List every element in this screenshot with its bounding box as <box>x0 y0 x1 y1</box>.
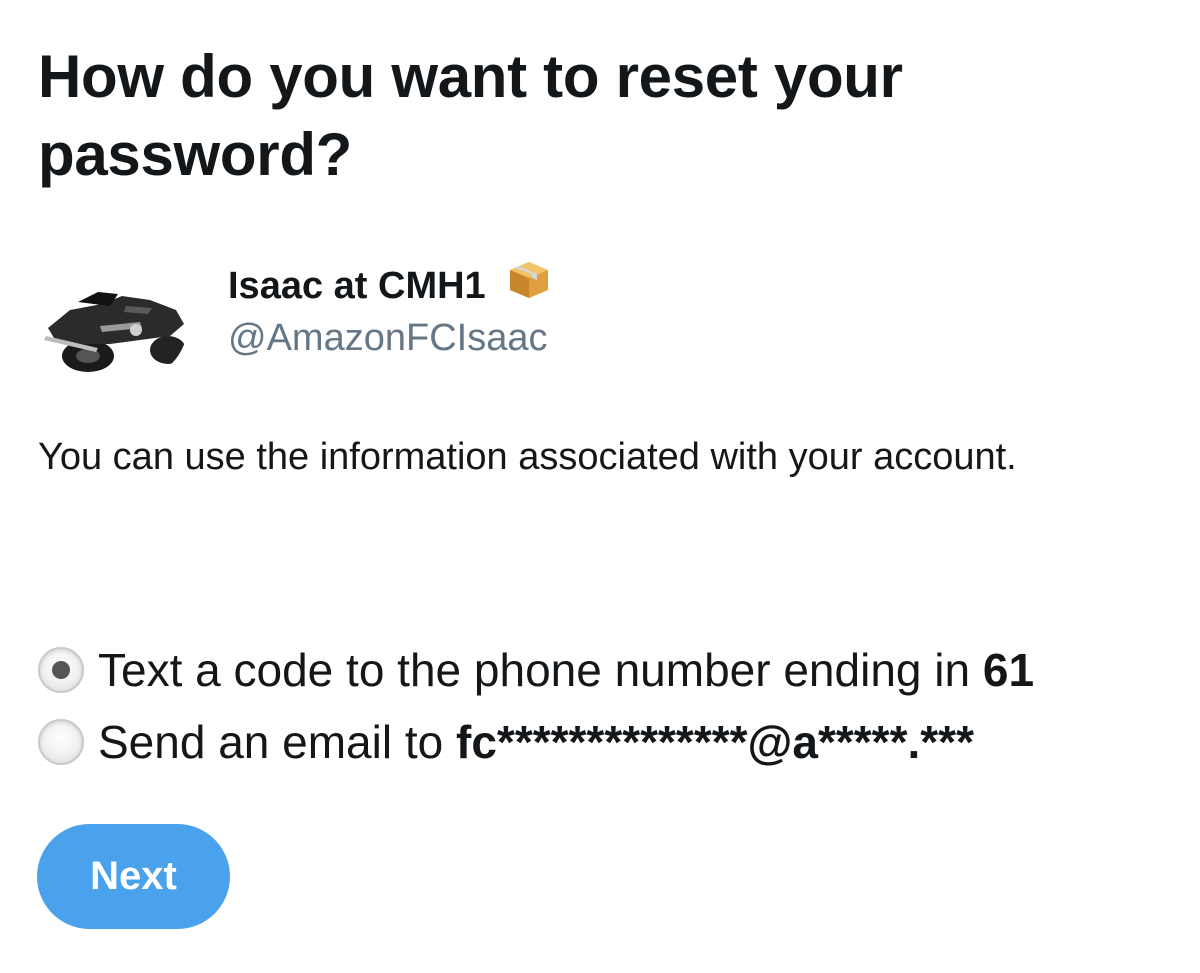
masked-email: fc**************@a*****.*** <box>456 716 974 768</box>
next-button[interactable]: Next <box>37 824 230 929</box>
option-email-prefix: Send an email to <box>98 716 457 768</box>
reset-password-page: How do you want to reset your password? <box>0 0 1200 973</box>
radio-text-code[interactable] <box>38 647 84 693</box>
option-email-label[interactable]: Send an email to fc**************@a*****… <box>98 714 974 770</box>
package-icon <box>506 258 552 312</box>
display-name: Isaac at CMH1 <box>228 261 552 312</box>
display-name-text: Isaac at CMH1 <box>228 265 486 307</box>
option-text-code-label[interactable]: Text a code to the phone number ending i… <box>98 642 1034 698</box>
motorcycle-icon <box>40 266 188 381</box>
info-text: You can use the information associated w… <box>38 436 1017 478</box>
reset-options: Text a code to the phone number ending i… <box>38 634 1168 778</box>
avatar <box>40 266 188 381</box>
account-card: Isaac at CMH1 @AmazonFCIsaac <box>40 260 840 390</box>
option-text-code[interactable]: Text a code to the phone number ending i… <box>38 634 1168 706</box>
account-handle: @AmazonFCIsaac <box>228 317 548 359</box>
radio-email[interactable] <box>38 719 84 765</box>
phone-ending: 61 <box>982 644 1035 696</box>
page-title: How do you want to reset your password? <box>38 43 903 188</box>
option-email[interactable]: Send an email to fc**************@a*****… <box>38 706 1168 778</box>
option-text-code-prefix: Text a code to the phone number ending i… <box>98 644 983 696</box>
